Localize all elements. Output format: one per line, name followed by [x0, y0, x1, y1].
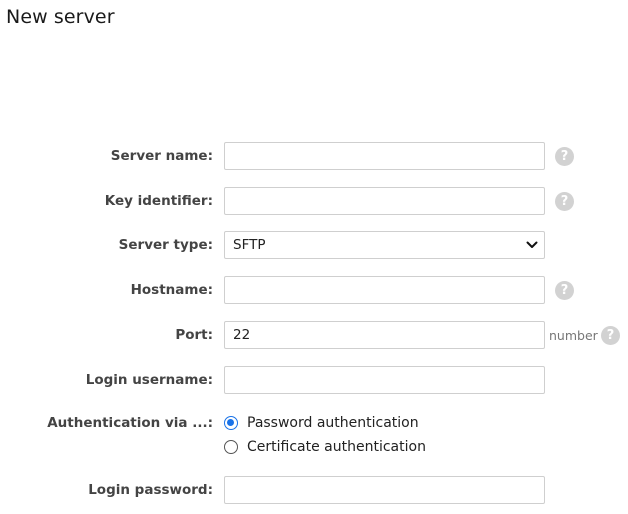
login-password-input[interactable]: [224, 476, 545, 504]
chevron-down-icon: [526, 241, 538, 248]
certificate-authentication-radio[interactable]: [224, 440, 238, 454]
hostname-row: Hostname: ?: [0, 276, 628, 304]
login-password-row: Login password:: [0, 476, 628, 504]
server-name-row: Server name: ?: [0, 142, 628, 170]
server-name-label: Server name:: [110, 148, 213, 164]
password-authentication-option[interactable]: Password authentication: [224, 413, 419, 433]
key-identifier-row: Key identifier: ?: [0, 187, 628, 215]
login-username-row: Login username:: [0, 366, 628, 394]
server-type-select[interactable]: SFTP: [224, 231, 545, 259]
question-mark-circle-icon[interactable]: ?: [555, 281, 574, 300]
page-title: New server: [6, 6, 115, 28]
password-authentication-radio[interactable]: [224, 416, 238, 430]
question-mark-circle-icon[interactable]: ?: [555, 192, 574, 211]
question-mark-circle-icon[interactable]: ?: [601, 326, 620, 345]
login-username-label: Login username:: [85, 372, 213, 388]
server-type-selected-value: SFTP: [233, 237, 266, 253]
certificate-authentication-option[interactable]: Certificate authentication: [224, 437, 426, 457]
hostname-label: Hostname:: [130, 282, 213, 298]
login-username-input[interactable]: [224, 366, 545, 394]
question-mark-circle-icon[interactable]: ?: [555, 147, 574, 166]
hostname-input[interactable]: [224, 276, 545, 304]
authentication-label: Authentication via ...:: [47, 415, 213, 431]
key-identifier-input[interactable]: [224, 187, 545, 215]
login-password-label: Login password:: [88, 482, 213, 498]
password-authentication-label[interactable]: Password authentication: [247, 415, 419, 431]
port-unit-label: number: [549, 328, 598, 343]
port-row: Port: number ?: [0, 321, 628, 349]
server-type-label: Server type:: [118, 237, 213, 253]
key-identifier-label: Key identifier:: [104, 193, 213, 209]
port-label: Port:: [175, 327, 213, 343]
server-type-row: Server type: SFTP: [0, 231, 628, 259]
server-name-input[interactable]: [224, 142, 545, 170]
certificate-authentication-label[interactable]: Certificate authentication: [247, 439, 426, 455]
port-input[interactable]: [224, 321, 545, 349]
